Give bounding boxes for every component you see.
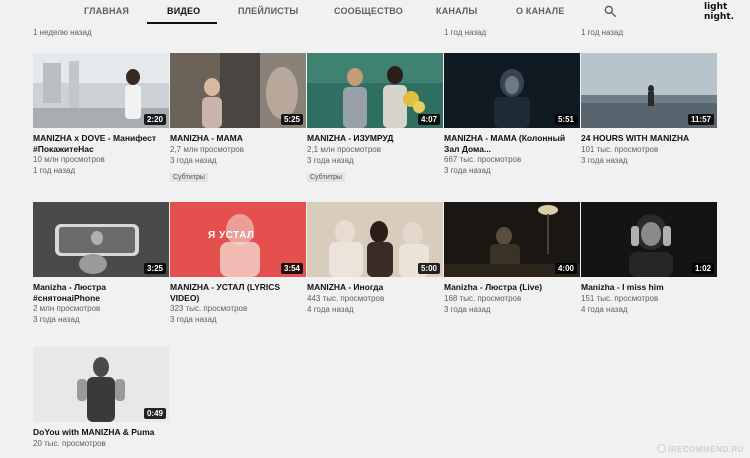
video-title[interactable]: 24 HOURS WITH MANIZHA xyxy=(581,133,717,144)
video-duration: 11:57 xyxy=(687,114,714,125)
video-card[interactable]: 2:20 MANIZHA x DOVE - Манифест #Покажите… xyxy=(33,53,169,176)
video-card[interactable]: 1:02 Manizha - I miss him 151 тыс. просм… xyxy=(581,202,717,315)
video-thumbnail[interactable]: 5:00 xyxy=(307,202,443,277)
video-card[interactable]: 3:25 Manizha - Люстра #снятонаiPhone 2 м… xyxy=(33,202,169,325)
subtitles-badge: Субтитры xyxy=(170,172,208,182)
video-duration: 4:00 xyxy=(554,263,577,274)
video-card[interactable]: 11:57 24 HOURS WITH MANIZHA 101 тыс. про… xyxy=(581,53,717,166)
video-thumbnail[interactable]: 5:25 xyxy=(170,53,306,128)
active-tab-indicator xyxy=(147,22,217,24)
video-title[interactable]: Manizha - Люстра #снятонаiPhone xyxy=(33,282,169,303)
video-age: 3 года назад xyxy=(170,155,217,165)
prev-row-meta: 1 неделю назад xyxy=(33,28,92,37)
video-title[interactable]: Manizha - I miss him xyxy=(581,282,717,293)
video-thumbnail[interactable]: 11:57 xyxy=(581,53,717,128)
video-card[interactable]: 4:07 MANIZHA - ИЗУМРУД 2,1 млн просмотро… xyxy=(307,53,443,184)
video-views: 2,1 млн просмотров xyxy=(307,144,381,154)
video-thumbnail[interactable]: Я УСТАЛ 3:54 xyxy=(170,202,306,277)
tab-playlists[interactable]: ПЛЕЙЛИСТЫ xyxy=(238,6,298,16)
video-thumbnail[interactable]: 0:49 xyxy=(33,347,169,422)
video-card[interactable]: 0:49 DoYou with MANIZHA & Puma 20 тыс. п… xyxy=(33,347,169,449)
video-title[interactable]: MANIZHA - ИЗУМРУД xyxy=(307,133,443,144)
watermark-text: IRECOMMEND.RU xyxy=(668,445,744,454)
video-card[interactable]: 5:25 MANIZHA - MAMA 2,7 млн просмотров 3… xyxy=(170,53,306,184)
video-views: 151 тыс. просмотров xyxy=(581,293,659,303)
video-views: 2 млн просмотров xyxy=(33,304,101,313)
video-views: 323 тыс. просмотров xyxy=(170,304,248,313)
tab-about[interactable]: О КАНАЛЕ xyxy=(516,6,565,16)
video-title[interactable]: MANIZHA x DOVE - Манифест #ПокажитеНас xyxy=(33,133,169,154)
video-thumbnail[interactable]: 5:51 xyxy=(444,53,580,128)
video-age: 3 года назад xyxy=(307,155,354,165)
video-duration: 4:07 xyxy=(417,114,440,125)
video-age: 3 года назад xyxy=(444,304,491,314)
video-thumbnail[interactable]: 4:00 xyxy=(444,202,580,277)
video-card[interactable]: Я УСТАЛ 3:54 MANIZHA - УСТАЛ (LYRICS VID… xyxy=(170,202,306,325)
video-thumbnail[interactable]: 1:02 xyxy=(581,202,717,277)
video-age: 3 года назад xyxy=(444,166,491,175)
video-thumbnail[interactable]: 3:25 xyxy=(33,202,169,277)
user-name: light night. xyxy=(704,2,735,22)
search-icon[interactable] xyxy=(603,4,617,18)
video-age: 4 года назад xyxy=(581,304,628,314)
subtitles-badge: Субтитры xyxy=(307,172,345,182)
video-title[interactable]: MANIZHA - УСТАЛ (LYRICS VIDEO) xyxy=(170,282,306,303)
video-views: 20 тыс. просмотров xyxy=(33,438,106,448)
channel-tabs: ГЛАВНАЯ ВИДЕО ПЛЕЙЛИСТЫ СООБЩЕСТВО КАНАЛ… xyxy=(0,0,750,25)
video-title[interactable]: MANIZHA - MAMA (Колонный Зал Дома... xyxy=(444,133,580,154)
video-views: 168 тыс. просмотров xyxy=(444,293,522,303)
video-duration: 5:25 xyxy=(280,114,303,125)
video-title[interactable]: MANIZHA - MAMA xyxy=(170,133,306,144)
tab-videos[interactable]: ВИДЕО xyxy=(167,6,200,16)
tab-community[interactable]: СООБЩЕСТВО xyxy=(334,6,403,16)
video-age: 3 года назад xyxy=(33,315,80,324)
video-age: 4 года назад xyxy=(307,304,354,314)
video-card[interactable]: 5:00 MANIZHA - Иногда 443 тыс. просмотро… xyxy=(307,202,443,315)
video-duration: 2:20 xyxy=(143,114,166,125)
prev-row-meta: 1 год назад xyxy=(581,28,624,37)
video-age: 3 года назад xyxy=(170,315,217,324)
video-thumbnail[interactable]: 4:07 xyxy=(307,53,443,128)
video-views: 443 тыс. просмотров xyxy=(307,293,385,303)
video-card[interactable]: 4:00 Manizha - Люстра (Live) 168 тыс. пр… xyxy=(444,202,580,315)
video-age: 3 года назад xyxy=(581,155,628,165)
video-age: 1 год назад xyxy=(33,166,76,175)
video-duration: 5:00 xyxy=(417,263,440,274)
video-title[interactable]: MANIZHA - Иногда xyxy=(307,282,443,293)
video-card[interactable]: 5:51 MANIZHA - MAMA (Колонный Зал Дома..… xyxy=(444,53,580,176)
thumbnail-overlay-text: Я УСТАЛ xyxy=(208,230,255,241)
video-duration: 3:25 xyxy=(143,263,166,274)
video-views: 101 тыс. просмотров xyxy=(581,144,659,154)
video-duration: 1:02 xyxy=(691,263,714,274)
video-title[interactable]: DoYou with MANIZHA & Puma xyxy=(33,427,169,438)
video-views: 2,7 млн просмотров xyxy=(170,144,244,154)
watermark: IRECOMMEND.RU xyxy=(657,444,744,454)
video-duration: 5:51 xyxy=(554,114,577,125)
video-thumbnail[interactable]: 2:20 xyxy=(33,53,169,128)
video-duration: 3:54 xyxy=(280,263,303,274)
tab-channels[interactable]: КАНАЛЫ xyxy=(436,6,477,16)
tab-home[interactable]: ГЛАВНАЯ xyxy=(84,6,129,16)
watermark-logo-icon xyxy=(657,444,667,453)
video-views: 10 млн просмотров xyxy=(33,155,105,164)
video-views: 667 тыс. просмотров xyxy=(444,155,522,164)
video-title[interactable]: Manizha - Люстра (Live) xyxy=(444,282,580,293)
prev-row-meta: 1 год назад xyxy=(444,28,487,37)
video-duration: 0:49 xyxy=(143,408,166,419)
